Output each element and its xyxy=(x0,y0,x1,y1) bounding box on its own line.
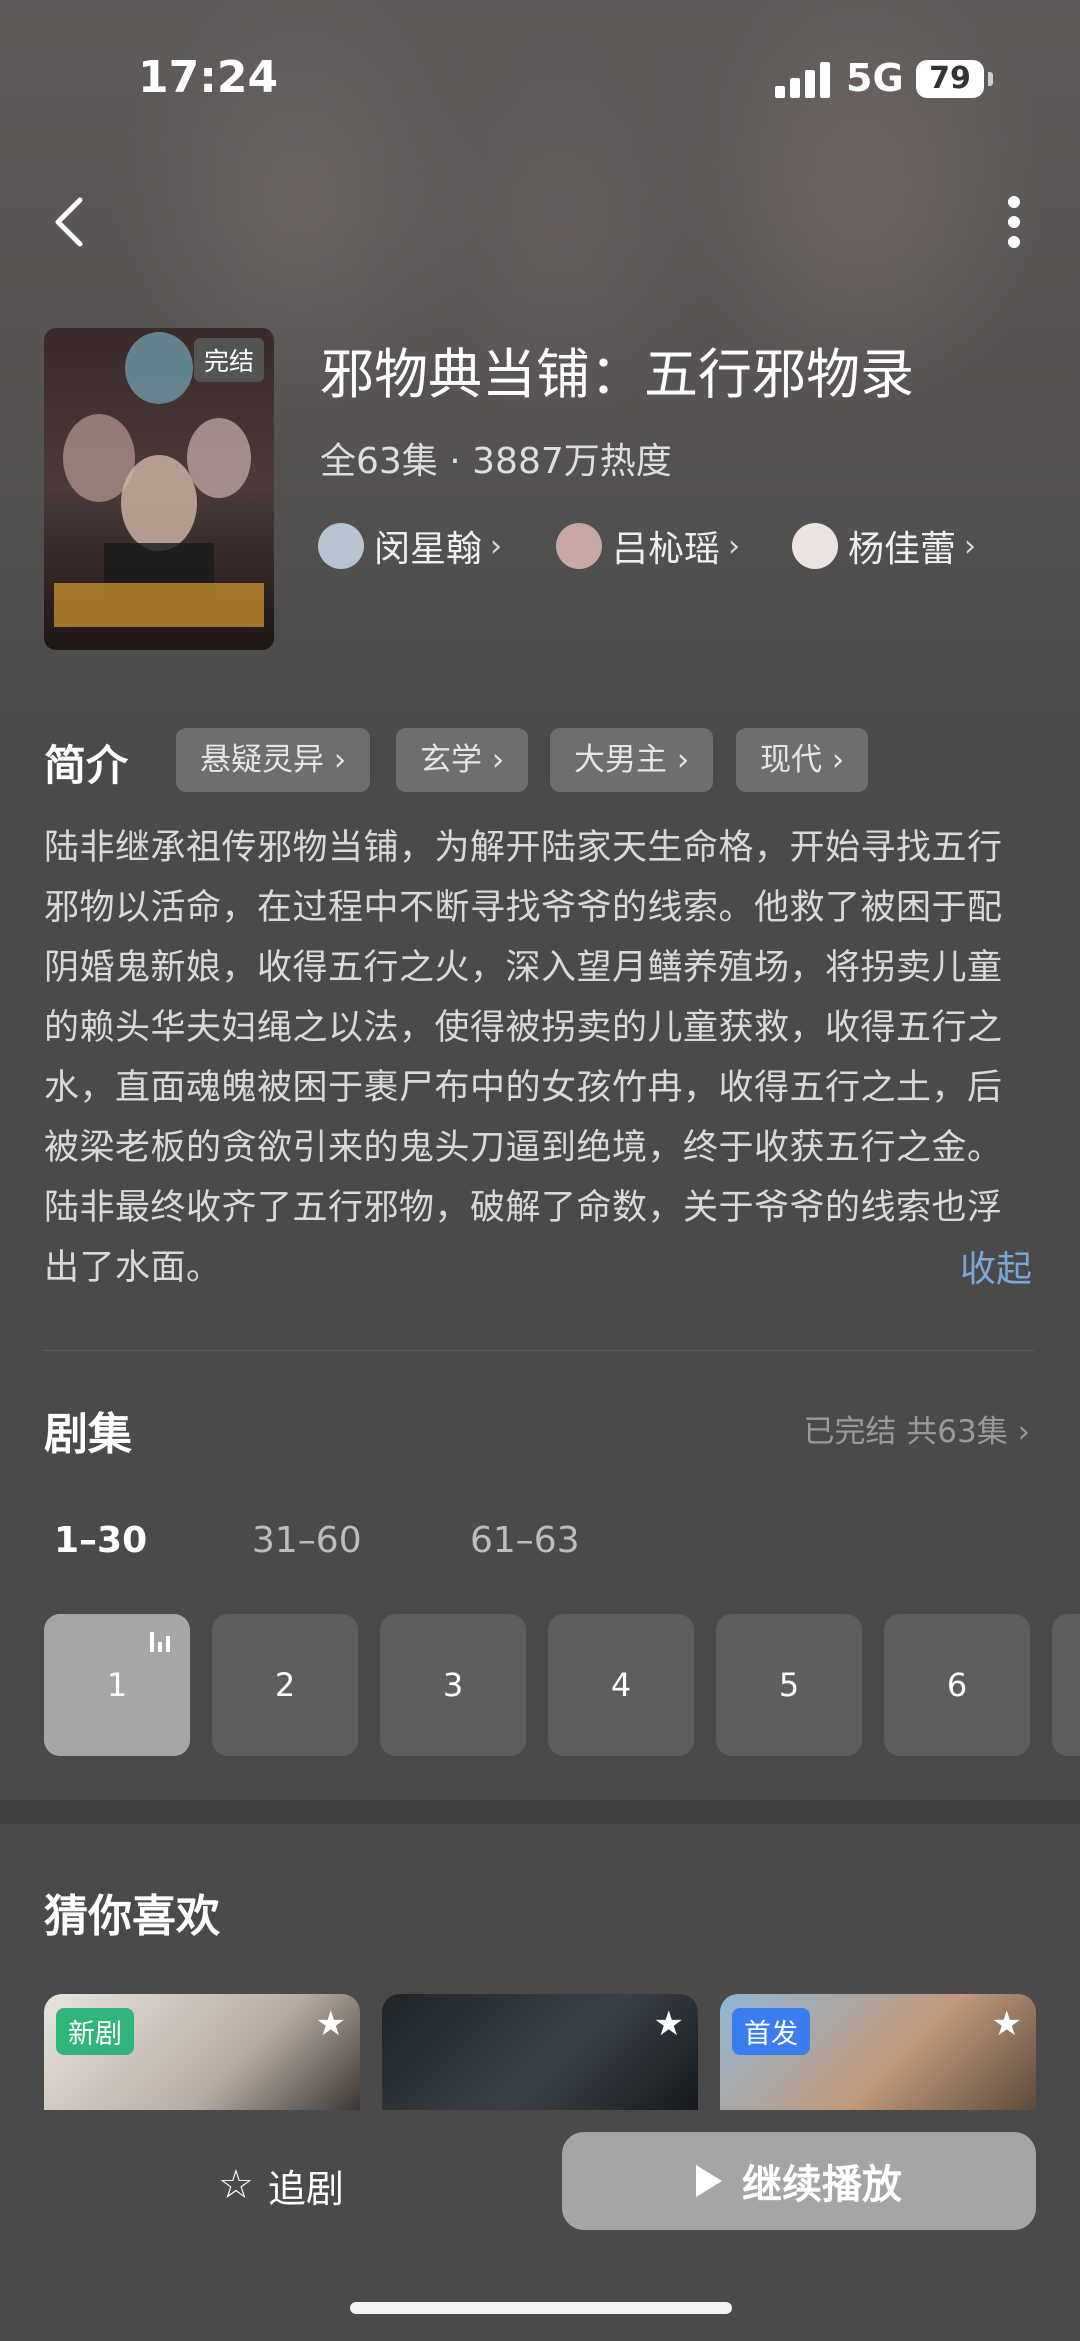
cast-name: 吕杺瑶 xyxy=(612,529,721,570)
follow-button[interactable]: ☆ 追剧 xyxy=(218,2152,344,2218)
cast-item[interactable]: 闵星翰 › xyxy=(318,516,502,576)
signal-icon xyxy=(775,62,831,98)
tag-label: 大男主 xyxy=(574,742,667,778)
chevron-right-icon: › xyxy=(490,528,503,564)
star-icon[interactable]: ★ xyxy=(992,2004,1022,2044)
avatar xyxy=(556,523,602,569)
more-options-button[interactable] xyxy=(998,190,1030,254)
episodes-status-link[interactable]: 已完结 共63集 › xyxy=(803,1406,1030,1451)
continue-play-button[interactable]: 继续播放 xyxy=(562,2132,1036,2230)
show-meta: 全63集 · 3887万热度 xyxy=(320,441,672,482)
avatar xyxy=(318,523,364,569)
episode-button[interactable]: 1 xyxy=(44,1614,190,1756)
tag-label: 现代 xyxy=(760,742,822,778)
tab-range-1-30[interactable]: 1–30 xyxy=(54,1520,147,1561)
episode-button[interactable]: 4 xyxy=(548,1614,694,1756)
star-icon[interactable]: ★ xyxy=(654,2004,684,2044)
genre-tag[interactable]: 悬疑灵异 › xyxy=(176,728,371,792)
cast-item[interactable]: 吕杺瑶 › xyxy=(556,516,740,576)
star-outline-icon: ☆ xyxy=(218,2162,254,2208)
play-label: 继续播放 xyxy=(742,2162,902,2208)
collapse-button[interactable]: 收起 xyxy=(960,1240,1032,1292)
cast-name: 杨佳蕾 xyxy=(848,529,957,570)
follow-label: 追剧 xyxy=(267,2166,344,2211)
recommend-card[interactable]: ★ xyxy=(382,1994,698,2114)
tag-label: 悬疑灵异 xyxy=(200,742,324,778)
tag-label: 玄学 xyxy=(420,742,482,778)
episodes-heading: 剧集 xyxy=(44,1409,132,1460)
status-bar: 17:24 5G 79 xyxy=(0,0,1080,160)
now-playing-icon xyxy=(150,1632,174,1652)
status-time: 17:24 xyxy=(138,52,279,103)
cast-item[interactable]: 杨佳蕾 › xyxy=(792,516,976,576)
star-icon[interactable]: ★ xyxy=(316,2004,346,2044)
divider xyxy=(44,1350,1034,1351)
battery-icon: 79 xyxy=(916,60,984,98)
home-indicator[interactable] xyxy=(350,2302,732,2314)
episode-button[interactable]: 3 xyxy=(380,1614,526,1756)
genre-tag[interactable]: 大男主 › xyxy=(550,728,714,792)
avatar xyxy=(792,523,838,569)
chevron-left-icon xyxy=(55,197,83,247)
synopsis-text: 陆非继承祖传邪物当铺，为解开陆家天生命格，开始寻找五行邪物以活命，在过程中不断寻… xyxy=(44,828,1003,1288)
recommend-card[interactable]: 新剧 ★ xyxy=(44,1994,360,2114)
genre-tag[interactable]: 玄学 › xyxy=(396,728,529,792)
premiere-badge: 首发 xyxy=(732,2008,810,2055)
show-title: 邪物典当铺：五行邪物录 xyxy=(320,343,914,406)
network-type: 5G xyxy=(846,56,904,100)
battery-tip xyxy=(988,72,993,86)
play-icon xyxy=(696,2165,722,2197)
episode-button-partial[interactable] xyxy=(1052,1614,1080,1756)
section-separator xyxy=(0,1800,1080,1824)
chevron-right-icon: › xyxy=(964,528,977,564)
completed-badge: 完结 xyxy=(193,338,264,382)
genre-tag[interactable]: 现代 › xyxy=(736,728,869,792)
episode-button[interactable]: 6 xyxy=(884,1614,1030,1756)
new-badge: 新剧 xyxy=(56,2008,134,2055)
show-cover: 完结 xyxy=(44,328,274,650)
tab-range-31-60[interactable]: 31–60 xyxy=(252,1520,362,1561)
episode-number: 1 xyxy=(106,1666,128,1704)
intro-heading: 简介 xyxy=(44,741,129,790)
chevron-right-icon: › xyxy=(728,528,741,564)
tab-range-61-63[interactable]: 61–63 xyxy=(470,1520,580,1561)
episode-button[interactable]: 2 xyxy=(212,1614,358,1756)
cast-name: 闵星翰 xyxy=(374,529,483,570)
recommend-card[interactable]: 首发 ★ xyxy=(720,1994,1036,2114)
episode-button[interactable]: 5 xyxy=(716,1614,862,1756)
recommend-heading: 猜你喜欢 xyxy=(44,1891,220,1942)
back-button[interactable] xyxy=(46,194,92,250)
